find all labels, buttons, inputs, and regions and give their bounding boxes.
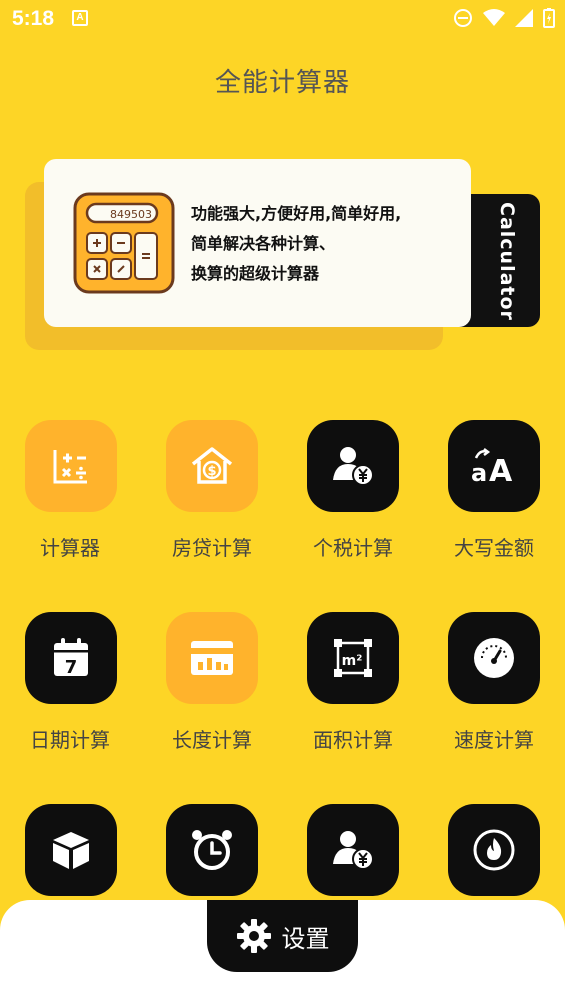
calculator-illustration: 849503 bbox=[73, 192, 175, 294]
calculator-display-value: 849503 bbox=[110, 208, 152, 221]
settings-label: 设置 bbox=[281, 924, 330, 953]
tool-label-length: 长度计算 bbox=[172, 728, 252, 752]
tool-uppercase-amount[interactable]: aA bbox=[448, 420, 540, 512]
tool-speed[interactable] bbox=[448, 612, 540, 704]
intro-card: 849503 功能强大,方便好用,简单好用, 简单解决各种计算、 换算的超级计算… bbox=[44, 159, 471, 327]
tool-salary[interactable] bbox=[307, 804, 399, 896]
status-bar: 5:18 A bbox=[0, 0, 565, 38]
intro-line-3: 换算的超级计算器 bbox=[191, 264, 320, 283]
person-yen-icon bbox=[333, 447, 374, 486]
tool-label-mortgage: 房贷计算 bbox=[172, 536, 252, 560]
svg-text:$: $ bbox=[207, 464, 216, 479]
battery-icon bbox=[543, 8, 555, 28]
cube-icon bbox=[53, 832, 89, 869]
ruler-icon bbox=[191, 641, 233, 675]
intro-line-1: 功能强大,方便好用,简单好用, bbox=[191, 204, 402, 223]
do-not-disturb-icon bbox=[454, 9, 472, 27]
gear-icon bbox=[236, 919, 271, 953]
intro-text: 功能强大,方便好用,简单好用, 简单解决各种计算、 换算的超级计算器 bbox=[191, 199, 461, 289]
intro-line-2: 简单解决各种计算、 bbox=[191, 234, 336, 253]
flame-icon bbox=[473, 829, 515, 871]
svg-text:A: A bbox=[489, 454, 513, 486]
tool-date[interactable]: 7 bbox=[25, 612, 117, 704]
notification-a-icon: A bbox=[72, 10, 88, 26]
svg-text:m²: m² bbox=[342, 653, 363, 669]
tool-label-uppercase-amount: 大写金额 bbox=[454, 536, 534, 560]
signal-icon bbox=[515, 9, 533, 27]
alarm-clock-icon bbox=[192, 830, 232, 870]
calculator-icon bbox=[53, 450, 87, 484]
status-icons bbox=[453, 8, 555, 28]
calendar-icon: 7 bbox=[54, 638, 88, 678]
tool-time[interactable] bbox=[166, 804, 258, 896]
tool-label-speed: 速度计算 bbox=[454, 728, 534, 752]
house-money-icon: $ bbox=[191, 447, 233, 484]
tool-area[interactable]: m² bbox=[307, 612, 399, 704]
tool-income-tax[interactable] bbox=[307, 420, 399, 512]
tool-mortgage[interactable]: $ bbox=[166, 420, 258, 512]
tool-label-calculator: 计算器 bbox=[40, 536, 100, 560]
tool-label-date: 日期计算 bbox=[30, 728, 110, 752]
page-title: 全能计算器 bbox=[214, 68, 350, 98]
tool-calculator[interactable] bbox=[25, 420, 117, 512]
svg-text:7: 7 bbox=[65, 657, 78, 678]
person-yen-icon bbox=[333, 831, 374, 870]
tool-volume[interactable] bbox=[25, 804, 117, 896]
calculator-tab-label: Calculator bbox=[496, 202, 518, 321]
svg-text:a: a bbox=[471, 459, 487, 486]
speedometer-icon bbox=[474, 638, 514, 678]
area-icon: m² bbox=[334, 639, 372, 677]
tool-label-income-tax: 个税计算 bbox=[313, 536, 393, 560]
tool-length[interactable] bbox=[166, 612, 258, 704]
settings-button[interactable]: 设置 bbox=[207, 900, 358, 972]
tool-label-area: 面积计算 bbox=[313, 728, 393, 752]
status-time: 5:18 bbox=[12, 7, 55, 30]
wifi-icon bbox=[483, 9, 505, 26]
text-size-icon: aA bbox=[471, 448, 513, 486]
tool-calorie[interactable] bbox=[448, 804, 540, 896]
